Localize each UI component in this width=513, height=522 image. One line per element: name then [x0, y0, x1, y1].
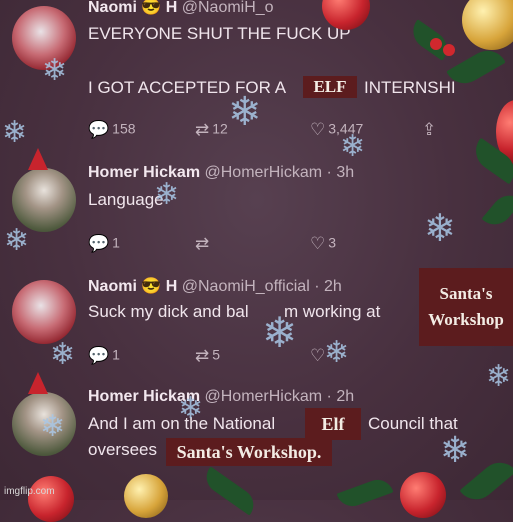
heart-icon: ♡	[310, 120, 326, 139]
tweet-text-line: Suck my dick and bal	[88, 302, 249, 321]
tweet-text-line: INTERNSHI	[364, 78, 456, 97]
retweet-count: 12	[212, 120, 228, 137]
display-name[interactable]: Naomi	[88, 278, 137, 295]
display-name-initial: H	[165, 0, 178, 16]
ornament-decoration	[28, 476, 74, 522]
reply-count: 1	[112, 346, 120, 363]
santas-workshop-overlay-label: Santa's Workshop	[419, 268, 513, 346]
santas-workshop-overlay-label: Santa's Workshop.	[166, 438, 332, 466]
snowflake-icon: ❄	[2, 116, 28, 149]
tweet-text-line: EVERYONE SHUT THE FUCK UP	[88, 24, 351, 43]
avatar[interactable]	[12, 280, 76, 344]
snowflake-icon: ❄	[324, 336, 350, 369]
reply-count: 158	[112, 120, 136, 137]
snowflake-icon: ❄	[178, 392, 204, 425]
reply-count: 1	[112, 234, 120, 251]
snowflake-icon: ❄	[486, 360, 512, 393]
snowflake-icon: ❄	[340, 130, 366, 163]
snowflake-icon: ❄	[440, 429, 471, 470]
elf-hat-decoration	[28, 148, 48, 170]
snowflake-icon: ❄	[154, 178, 180, 211]
like-button[interactable]: ♡ 3	[310, 234, 336, 254]
berry-decoration	[443, 44, 455, 56]
elf-overlay-label: Elf	[305, 408, 361, 440]
imgflip-watermark: imgflip.com	[4, 486, 55, 497]
snowflake-icon: ❄	[262, 309, 298, 356]
heart-icon: ♡	[310, 234, 326, 253]
avatar[interactable]	[12, 168, 76, 232]
reply-button[interactable]: 💬 1	[88, 234, 120, 254]
reply-icon: 💬	[88, 234, 110, 253]
like-count: 3	[328, 234, 337, 251]
user-handle[interactable]: @NaomiH_o	[182, 0, 274, 16]
retweet-button[interactable]: ⇄ 5	[195, 346, 220, 366]
elf-hat-decoration	[28, 372, 48, 394]
snowflake-icon: ❄	[4, 224, 30, 257]
retweet-count: 5	[212, 346, 221, 363]
reply-icon: 💬	[88, 120, 110, 139]
retweet-icon: ⇄	[195, 234, 210, 253]
display-name[interactable]: Naomi	[88, 0, 137, 16]
reply-button[interactable]: 💬 1	[88, 346, 120, 366]
snowflake-icon: ❄	[40, 410, 66, 443]
retweet-button[interactable]: ⇄	[195, 234, 212, 254]
timestamp[interactable]: · 2h	[314, 278, 342, 295]
display-name-initial: H	[165, 278, 178, 295]
santas-workshop-line-2: Workshop	[428, 310, 504, 329]
user-handle[interactable]: @HomerHickam	[205, 164, 323, 181]
berry-decoration	[430, 38, 442, 50]
sunglasses-emoji: 😎	[141, 0, 162, 16]
santas-workshop-line-1: Santa's	[439, 284, 493, 303]
ornament-decoration	[124, 474, 168, 518]
display-name[interactable]: Homer Hickam	[88, 164, 200, 181]
tweet-text-line: m working at	[284, 302, 381, 321]
snowflake-icon: ❄	[42, 54, 68, 87]
retweet-button[interactable]: ⇄ 12	[195, 120, 228, 140]
snowflake-icon: ❄	[228, 90, 262, 134]
elf-overlay-label: ELF	[303, 76, 357, 98]
sunglasses-emoji: 😎	[141, 278, 162, 295]
retweet-icon: ⇄	[195, 120, 210, 139]
user-handle[interactable]: @NaomiH_official	[182, 278, 310, 295]
tweet-text-line: Language	[88, 190, 164, 209]
snowflake-icon: ❄	[424, 208, 456, 250]
share-icon: ⇪	[422, 120, 437, 139]
reply-button[interactable]: 💬 158	[88, 120, 136, 140]
ornament-decoration	[400, 472, 446, 518]
timestamp[interactable]: · 2h	[327, 388, 355, 405]
timestamp[interactable]: · 3h	[327, 164, 355, 181]
share-button[interactable]: ⇪	[422, 120, 439, 140]
user-handle[interactable]: @HomerHickam	[205, 388, 323, 405]
snowflake-icon: ❄	[50, 338, 76, 371]
tweet-text-line: oversees	[88, 440, 157, 459]
retweet-icon: ⇄	[195, 346, 210, 365]
reply-icon: 💬	[88, 346, 110, 365]
heart-icon: ♡	[310, 346, 326, 365]
